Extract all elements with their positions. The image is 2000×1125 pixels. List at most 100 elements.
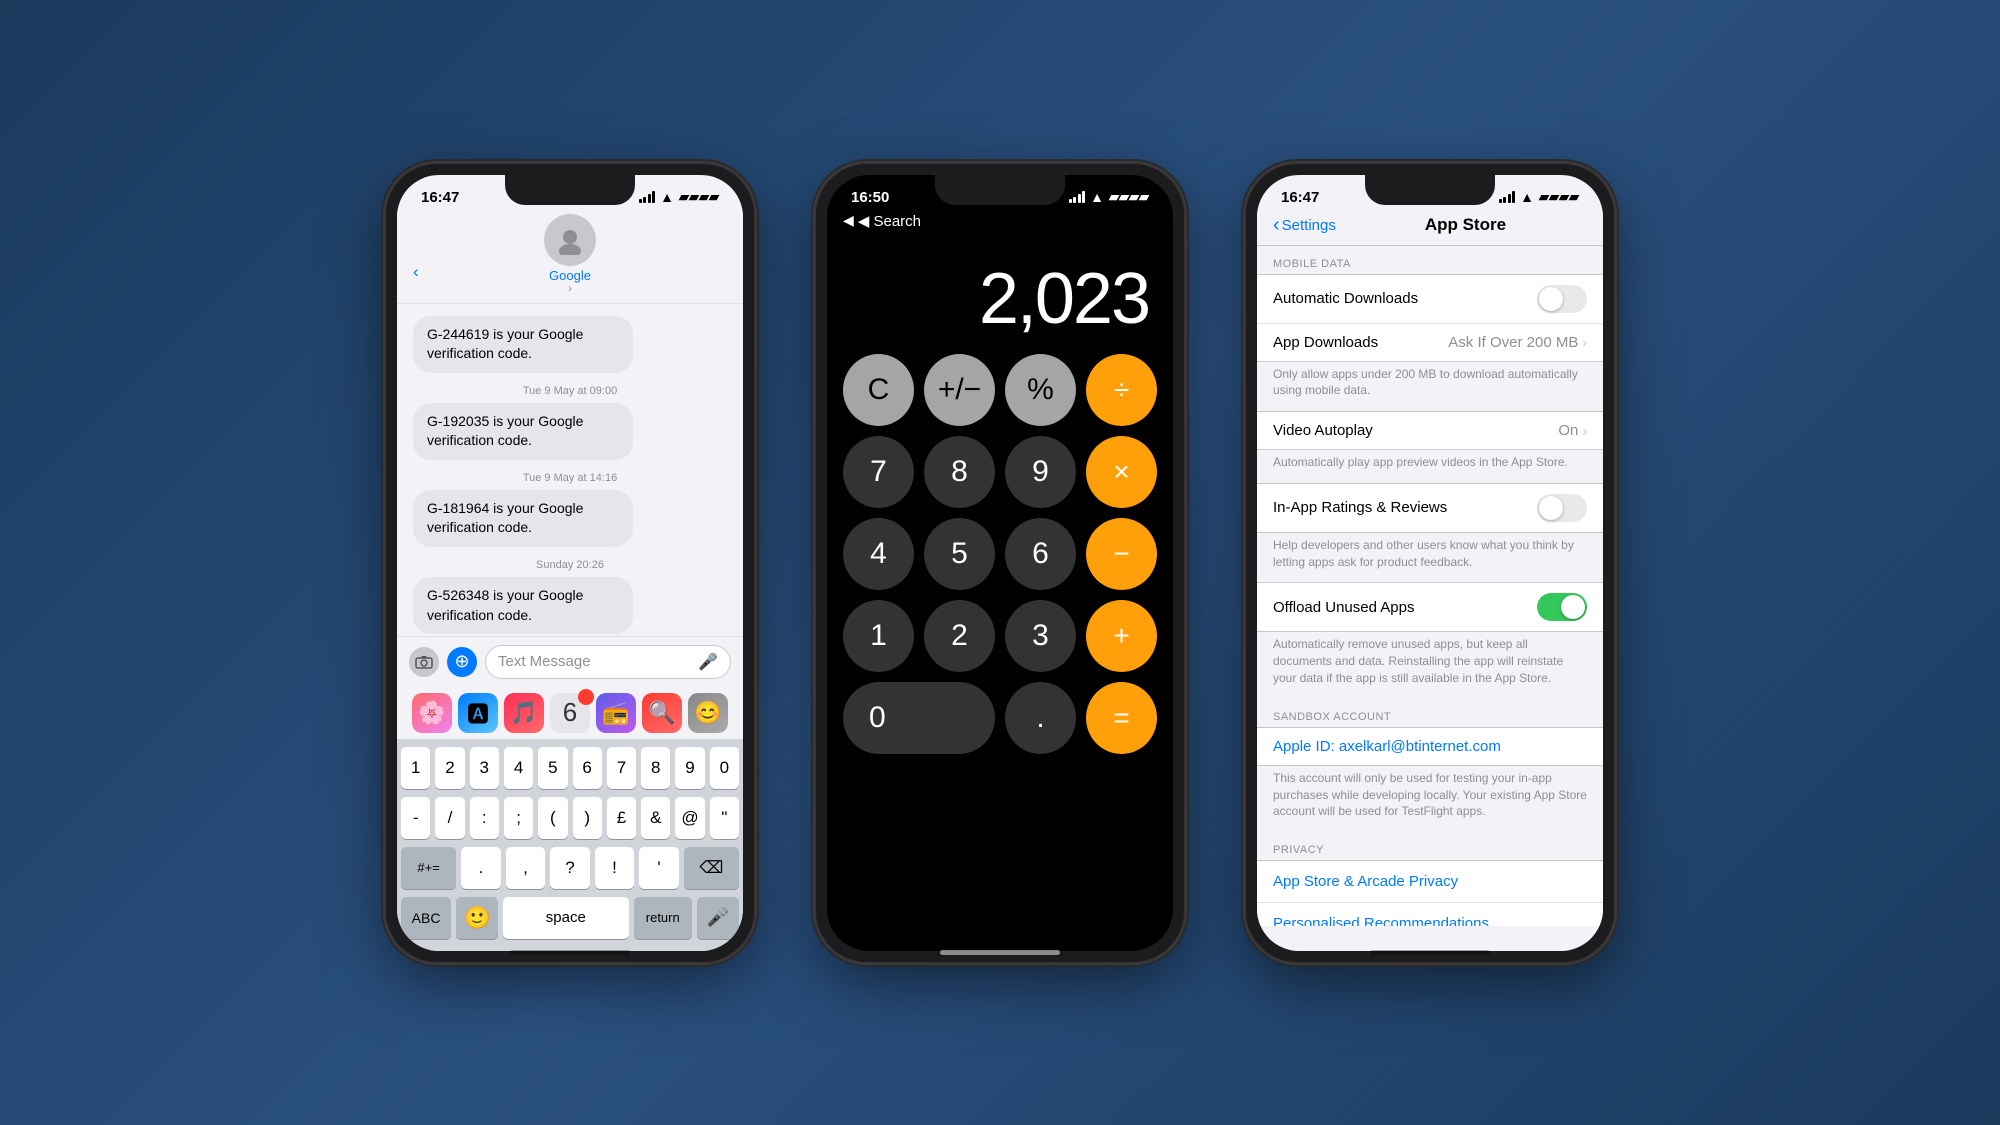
key-period[interactable]: .: [461, 847, 500, 889]
calc-btn-6[interactable]: 6: [1005, 518, 1076, 590]
podcasts-icon[interactable]: 📻: [596, 693, 636, 733]
emoji-key[interactable]: 🙂: [456, 897, 498, 939]
battery-icon: ▰▰▰▰: [1539, 189, 1579, 205]
search-icon[interactable]: 🔍: [642, 693, 682, 733]
wifi-icon: ▲: [1090, 189, 1104, 205]
photos-icon[interactable]: 🌸: [412, 693, 452, 733]
signal-icon: [639, 191, 656, 203]
mobile-data-section-label: MOBILE DATA: [1257, 246, 1603, 274]
messages-screen: 16:47 ▲ ▰▰▰▰ ‹ Google: [397, 175, 743, 951]
apps-icon[interactable]: ⊕: [447, 647, 477, 677]
calc-btn-3[interactable]: 3: [1005, 600, 1076, 672]
music-icon[interactable]: 🎵: [504, 693, 544, 733]
status-icons: ▲ ▰▰▰▰: [1069, 189, 1149, 205]
key-amp[interactable]: &: [641, 797, 670, 839]
calc-btn-divide[interactable]: ÷: [1086, 354, 1157, 426]
iphone-messages: 16:47 ▲ ▰▰▰▰ ‹ Google: [385, 163, 755, 963]
calculator-screen: 16:50 ▲ ▰▰▰▰ ◀ ◀ Search 2,023 C: [827, 175, 1173, 951]
key-9[interactable]: 9: [675, 747, 704, 789]
text-input[interactable]: Text Message 🎤: [485, 645, 731, 679]
app-downloads-label: App Downloads: [1273, 334, 1378, 351]
key-5[interactable]: 5: [538, 747, 567, 789]
calc-btn-c[interactable]: C: [843, 354, 914, 426]
calc-btn-plus[interactable]: +: [1086, 600, 1157, 672]
settings-nav: ‹ Settings App Store: [1257, 210, 1603, 246]
avatar-icon[interactable]: 😊: [688, 693, 728, 733]
key-rparen[interactable]: ): [573, 797, 602, 839]
in-app-ratings-toggle[interactable]: [1537, 494, 1587, 522]
calc-btn-8[interactable]: 8: [924, 436, 995, 508]
in-app-ratings-note: Help developers and other users know wha…: [1257, 533, 1603, 583]
key-4[interactable]: 4: [504, 747, 533, 789]
key-1[interactable]: 1: [401, 747, 430, 789]
video-autoplay-row[interactable]: Video Autoplay On ›: [1257, 412, 1603, 449]
status-icons: ▲ ▰▰▰▰: [1499, 189, 1579, 205]
automatic-downloads-row[interactable]: Automatic Downloads: [1257, 275, 1603, 324]
key-0[interactable]: 0: [710, 747, 739, 789]
in-app-ratings-group: In-App Ratings & Reviews: [1257, 483, 1603, 533]
key-abc[interactable]: ABC: [401, 897, 451, 939]
calc-btn-decimal[interactable]: .: [1005, 682, 1076, 754]
contact-chevron: ›: [568, 283, 572, 295]
personalised-link[interactable]: Personalised Recommendations: [1257, 903, 1603, 925]
calc-btn-4[interactable]: 4: [843, 518, 914, 590]
calc-btn-2[interactable]: 2: [924, 600, 995, 672]
key-dash[interactable]: -: [401, 797, 430, 839]
key-lparen[interactable]: (: [538, 797, 567, 839]
arcade-privacy-link[interactable]: App Store & Arcade Privacy: [1257, 861, 1603, 903]
calc-btn-plusminus[interactable]: +/−: [924, 354, 995, 426]
key-pound[interactable]: £: [607, 797, 636, 839]
timestamp: Tue 9 May at 14:16: [413, 472, 727, 484]
key-colon[interactable]: :: [470, 797, 499, 839]
key-return[interactable]: return: [634, 897, 693, 939]
back-to-search[interactable]: ◀ ◀ Search: [827, 210, 1173, 238]
key-comma[interactable]: ,: [506, 847, 545, 889]
calc-btn-multiply[interactable]: ×: [1086, 436, 1157, 508]
key-space[interactable]: space: [503, 897, 628, 939]
chevron-icon: ›: [1582, 334, 1587, 350]
key-delete[interactable]: ⌫: [684, 847, 739, 889]
calc-btn-minus[interactable]: −: [1086, 518, 1157, 590]
appstore-icon[interactable]: 🅰: [458, 693, 498, 733]
key-8[interactable]: 8: [641, 747, 670, 789]
key-hashtag[interactable]: #+=: [401, 847, 456, 889]
offload-apps-group: Offload Unused Apps: [1257, 582, 1603, 632]
number-6-badge[interactable]: 6: [550, 693, 590, 733]
notch: [505, 175, 635, 205]
automatic-downloads-toggle[interactable]: [1537, 285, 1587, 313]
back-to-settings[interactable]: ‹ Settings: [1273, 214, 1336, 237]
key-2[interactable]: 2: [435, 747, 464, 789]
back-button[interactable]: ‹: [413, 262, 419, 282]
calc-btn-5[interactable]: 5: [924, 518, 995, 590]
calc-btn-percent[interactable]: %: [1005, 354, 1076, 426]
camera-icon[interactable]: [409, 647, 439, 677]
status-icons: ▲ ▰▰▰▰: [639, 189, 719, 205]
calc-btn-0[interactable]: 0: [843, 682, 995, 754]
calc-btn-9[interactable]: 9: [1005, 436, 1076, 508]
settings-body: MOBILE DATA Automatic Downloads App Down…: [1257, 246, 1603, 926]
offload-apps-label: Offload Unused Apps: [1273, 599, 1415, 616]
sandbox-section-label: SANDBOX ACCOUNT: [1257, 699, 1603, 727]
video-autoplay-note: Automatically play app preview videos in…: [1257, 450, 1603, 483]
key-at[interactable]: @: [675, 797, 704, 839]
calc-btn-1[interactable]: 1: [843, 600, 914, 672]
app-downloads-row[interactable]: App Downloads Ask If Over 200 MB ›: [1257, 324, 1603, 361]
key-6[interactable]: 6: [573, 747, 602, 789]
key-3[interactable]: 3: [470, 747, 499, 789]
calc-btn-equals[interactable]: =: [1086, 682, 1157, 754]
apple-id-label: Apple ID: axelkarl@btinternet.com: [1273, 738, 1501, 755]
key-semicolon[interactable]: ;: [504, 797, 533, 839]
video-autoplay-group: Video Autoplay On ›: [1257, 411, 1603, 450]
key-question[interactable]: ?: [550, 847, 589, 889]
key-slash[interactable]: /: [435, 797, 464, 839]
offload-apps-toggle[interactable]: [1537, 593, 1587, 621]
calc-btn-7[interactable]: 7: [843, 436, 914, 508]
key-apostrophe[interactable]: ': [639, 847, 678, 889]
key-exclaim[interactable]: !: [595, 847, 634, 889]
mic-key[interactable]: 🎤: [697, 897, 739, 939]
key-quote[interactable]: ": [710, 797, 739, 839]
offload-apps-row[interactable]: Offload Unused Apps: [1257, 583, 1603, 631]
key-7[interactable]: 7: [607, 747, 636, 789]
apple-id-row[interactable]: Apple ID: axelkarl@btinternet.com: [1257, 728, 1603, 765]
in-app-ratings-row[interactable]: In-App Ratings & Reviews: [1257, 484, 1603, 532]
